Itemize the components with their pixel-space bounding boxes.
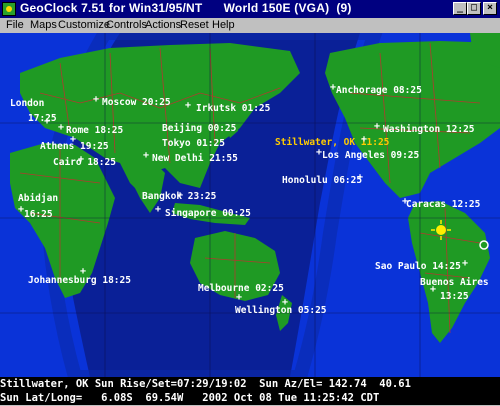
city-marker: + [361,134,368,145]
menu-reset[interactable]: Reset [180,19,209,31]
city-label-stillwater: Stillwater, OK 11:25 [275,137,390,148]
menu-controls[interactable]: Controls [106,19,147,31]
status-line-1: Stillwater, OK Sun Rise/Set=07:29/19:02 … [0,377,500,391]
city-label-beijing: Beijing 00:25 [162,123,237,134]
geoclock-window: GeoClock 7.51 for Win31/95/NT World 150E… [0,0,500,406]
city-marker: + [374,121,381,132]
city-marker: + [58,122,65,133]
city-marker: + [185,100,192,111]
city-marker: + [330,82,337,93]
city-label-abidjan-time: 16:25 [24,209,53,220]
window-title: GeoClock 7.51 for Win31/95/NT World 150E… [20,1,352,15]
city-marker: + [357,172,364,183]
city-marker: + [462,258,469,269]
maximize-button[interactable]: □ [467,2,481,15]
city-label-tokyo: Tokyo 01:25 [162,138,225,149]
city-label-london: London [10,98,45,109]
city-marker: + [177,190,184,201]
menu-bar: File Maps Customize Controls Actions Res… [0,18,500,33]
menu-customize[interactable]: Customize [58,19,110,31]
city-label-wellington: Wellington 05:25 [235,305,327,316]
city-label-abidjan: Abidjan [18,193,59,204]
city-marker: + [430,284,437,295]
city-marker: + [18,204,25,215]
minimize-button[interactable]: _ [453,2,467,15]
city-label-honolulu: Honolulu 06:25 [282,175,363,186]
menu-file[interactable]: File [6,19,24,31]
city-marker: + [316,147,323,158]
status-line-2: Sun Lat/Long= 6.08S 69.54W 2002 Oct 08 T… [0,391,500,405]
city-label-moscow: Moscow 20:25 [102,97,171,108]
city-label-anchorage: Anchorage 08:25 [336,85,422,96]
title-bar[interactable]: GeoClock 7.51 for Win31/95/NT World 150E… [0,0,500,18]
city-marker: + [44,116,51,127]
city-label-irkutsk: Irkutsk 01:25 [196,103,271,114]
city-label-london-time: 17:25 [28,113,57,124]
city-label-singapore: Singapore 00:25 [165,208,251,219]
city-marker: + [402,196,409,207]
city-label-cairo: Cairo 18:25 [53,157,116,168]
app-icon[interactable] [2,2,16,16]
city-label-caracas: Caracas 12:25 [406,199,481,210]
menu-actions[interactable]: Actions [145,19,181,31]
close-button[interactable]: × [483,2,497,15]
city-label-sao-paulo: Sao Paulo 14:25 [375,261,461,272]
city-marker: + [155,204,162,215]
city-label-new-delhi: New Delhi 21:55 [152,153,238,164]
city-marker: + [80,266,87,277]
city-marker: + [143,150,150,161]
city-marker: + [236,292,243,303]
city-label-los-angeles: Los Angeles 09:25 [322,150,420,161]
city-label-buenos-aires-time: 13:25 [440,291,469,302]
menu-help[interactable]: Help [212,19,235,31]
city-marker: + [93,94,100,105]
menu-maps[interactable]: Maps [30,19,57,31]
city-marker: + [78,154,85,165]
city-marker: + [70,134,77,145]
city-marker: + [282,297,289,308]
world-map[interactable]: London 17:25 Moscow 20:25 Irkutsk 01:25 … [0,33,500,377]
city-label-washington: Washington 12:25 [383,124,475,135]
